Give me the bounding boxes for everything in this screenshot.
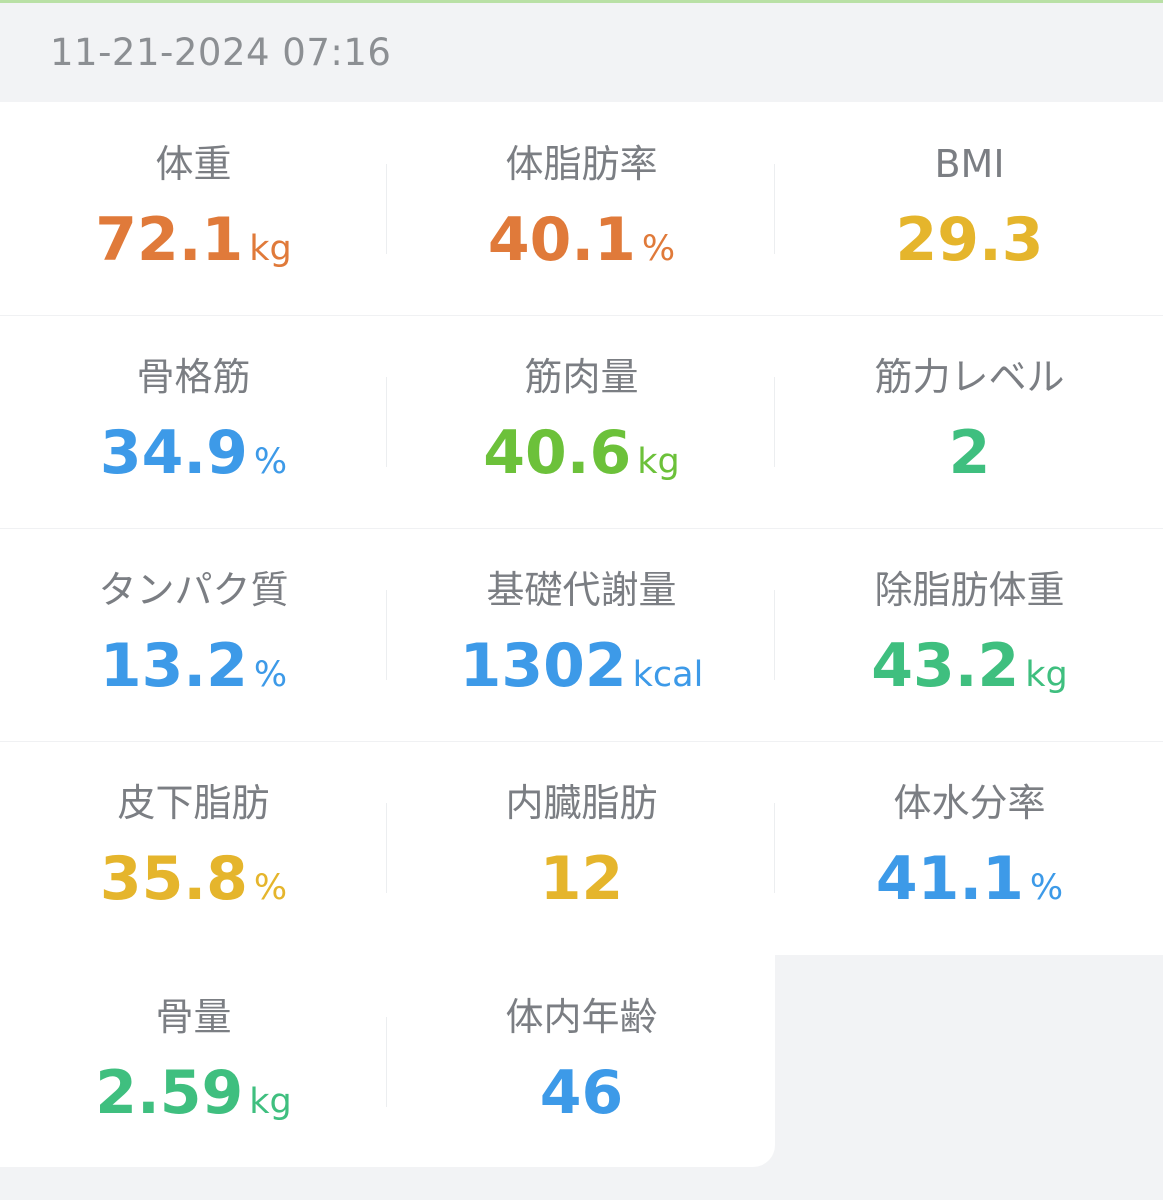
metric-value: 72.1 bbox=[95, 205, 244, 275]
metric-value-line: 34.9% bbox=[0, 413, 387, 493]
metric-label: 体内年齢 bbox=[505, 995, 658, 1039]
metric-unit: kg bbox=[249, 1082, 292, 1122]
metric-label: 体重 bbox=[155, 142, 232, 186]
metric-label: 基礎代謝量 bbox=[486, 568, 677, 612]
metric-bone-mass[interactable]: 骨量 2.59 kg bbox=[0, 955, 387, 1168]
metric-value-line: 29.3 bbox=[776, 200, 1163, 280]
metric-protein[interactable]: タンパク質 13.2% bbox=[0, 528, 387, 741]
top-accent-line bbox=[0, 0, 1163, 3]
metric-unit: kg bbox=[637, 442, 680, 482]
metric-value: 13.2 bbox=[99, 631, 248, 701]
metric-value-line: 2.59 kg bbox=[0, 1053, 387, 1133]
metric-unit: % bbox=[253, 868, 288, 908]
metric-value-line: 43.2 kg bbox=[776, 626, 1163, 706]
metric-unit: kg bbox=[249, 229, 292, 269]
metric-value: 41.1 bbox=[875, 844, 1024, 914]
metric-basal-metabolism[interactable]: 基礎代謝量 1302 kcal bbox=[388, 528, 775, 741]
metric-unit: % bbox=[253, 655, 288, 695]
metric-label: 筋力レベル bbox=[874, 355, 1065, 399]
metric-value: 34.9 bbox=[99, 418, 248, 488]
metric-bmi[interactable]: BMI 29.3 bbox=[776, 102, 1163, 315]
metric-value-line: 13.2% bbox=[0, 626, 387, 706]
metric-value-line: 2 bbox=[776, 413, 1163, 493]
metric-label: 筋肉量 bbox=[524, 355, 639, 399]
metric-strength-level[interactable]: 筋力レベル 2 bbox=[776, 315, 1163, 528]
metric-lean-body-mass[interactable]: 除脂肪体重 43.2 kg bbox=[776, 528, 1163, 741]
metric-value-line: 40.1% bbox=[388, 200, 775, 280]
metrics-row: 皮下脂肪 35.8% 内臓脂肪 12 体水分率 41.1% bbox=[0, 741, 1163, 954]
metric-value: 46 bbox=[539, 1058, 624, 1128]
metric-value: 29.3 bbox=[895, 205, 1044, 275]
metric-visceral-fat[interactable]: 内臓脂肪 12 bbox=[388, 741, 775, 954]
metric-unit: % bbox=[253, 442, 288, 482]
metric-unit: kg bbox=[1025, 655, 1068, 695]
metric-value-line: 12 bbox=[388, 839, 775, 919]
metrics-row: 骨格筋 34.9% 筋肉量 40.6 kg 筋力レベル 2 bbox=[0, 315, 1163, 529]
metric-label: 体脂肪率 bbox=[505, 142, 658, 186]
measurement-timestamp: 11-21-2024 07:16 bbox=[50, 31, 392, 74]
metric-value: 43.2 bbox=[871, 631, 1020, 701]
metric-skeletal-muscle[interactable]: 骨格筋 34.9% bbox=[0, 315, 387, 528]
metric-label: 体水分率 bbox=[893, 781, 1046, 825]
metric-value: 2.59 bbox=[95, 1058, 244, 1128]
metrics-row: タンパク質 13.2% 基礎代謝量 1302 kcal 除脂肪体重 43.2 kg bbox=[0, 528, 1163, 742]
metric-value: 40.1 bbox=[487, 205, 636, 275]
metric-weight[interactable]: 体重 72.1 kg bbox=[0, 102, 387, 315]
metric-muscle-mass[interactable]: 筋肉量 40.6 kg bbox=[388, 315, 775, 528]
metric-value: 35.8 bbox=[99, 844, 248, 914]
metric-label: BMI bbox=[934, 142, 1005, 186]
metric-value: 2 bbox=[948, 418, 991, 488]
metric-unit: % bbox=[1029, 868, 1064, 908]
metric-value: 40.6 bbox=[483, 418, 632, 488]
metric-value-line: 35.8% bbox=[0, 839, 387, 919]
metric-value-line: 40.6 kg bbox=[388, 413, 775, 493]
metric-value-line: 1302 kcal bbox=[388, 626, 775, 706]
metric-body-fat[interactable]: 体脂肪率 40.1% bbox=[388, 102, 775, 315]
metric-body-age[interactable]: 体内年齢 46 bbox=[388, 955, 775, 1168]
metrics-card-last-row: 骨量 2.59 kg 体内年齢 46 bbox=[0, 955, 775, 1167]
metric-label: 内臓脂肪 bbox=[505, 781, 658, 825]
metric-value: 1302 bbox=[459, 631, 627, 701]
metric-label: 皮下脂肪 bbox=[117, 781, 270, 825]
metric-unit: kcal bbox=[632, 655, 704, 695]
metric-label: 骨格筋 bbox=[136, 355, 251, 399]
metric-value-line: 72.1 kg bbox=[0, 200, 387, 280]
metrics-row: 体重 72.1 kg 体脂肪率 40.1% BMI 29.3 bbox=[0, 102, 1163, 316]
metric-value-line: 46 bbox=[388, 1053, 775, 1133]
metric-value: 12 bbox=[539, 844, 624, 914]
metric-value-line: 41.1% bbox=[776, 839, 1163, 919]
metric-label: 骨量 bbox=[155, 995, 232, 1039]
metric-body-water[interactable]: 体水分率 41.1% bbox=[776, 741, 1163, 954]
metric-label: タンパク質 bbox=[98, 568, 289, 612]
metrics-card: 体重 72.1 kg 体脂肪率 40.1% BMI 29.3 骨格筋 34.9% … bbox=[0, 102, 1163, 955]
metric-subcutaneous-fat[interactable]: 皮下脂肪 35.8% bbox=[0, 741, 387, 954]
metric-label: 除脂肪体重 bbox=[874, 568, 1065, 612]
metric-unit: % bbox=[641, 229, 676, 269]
